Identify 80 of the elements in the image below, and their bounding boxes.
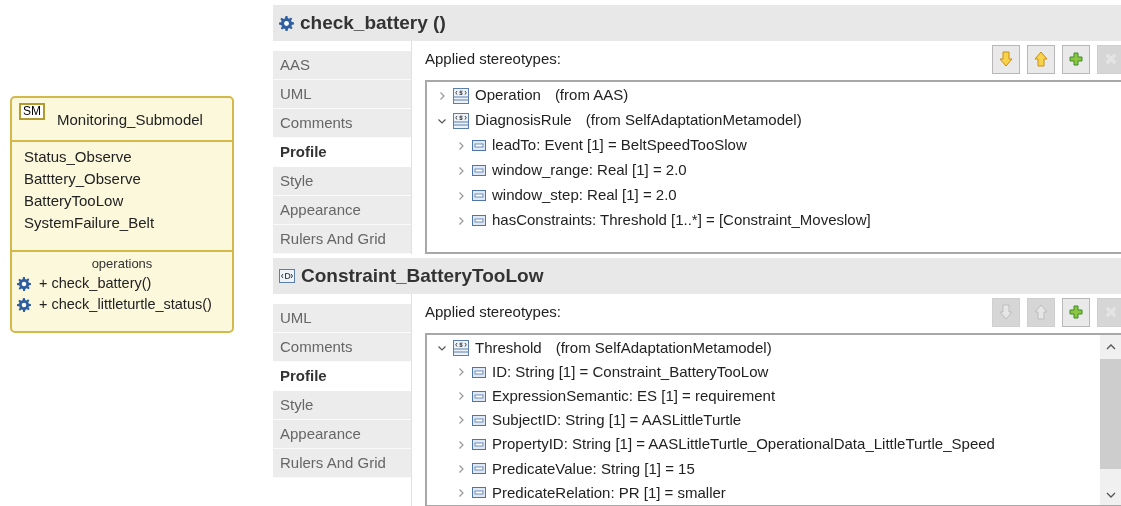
property-tab[interactable]: Rulers And Grid: [273, 225, 411, 254]
stereotype-icon: [453, 340, 469, 357]
expand-chevron-icon[interactable]: [456, 439, 466, 450]
property-tab[interactable]: Style: [273, 167, 411, 196]
property-icon: [472, 190, 486, 201]
expand-chevron-icon[interactable]: [456, 415, 466, 426]
property-icon: [472, 487, 486, 499]
property-icon: [472, 463, 486, 475]
property-tab[interactable]: Appearance: [273, 420, 411, 449]
tree-item[interactable]: DiagnosisRule (from SelfAdaptationMetamodel): [475, 109, 802, 132]
property-tab[interactable]: Style: [273, 391, 411, 420]
property-tab[interactable]: Comments: [273, 333, 411, 362]
tree-item[interactable]: PredicateRelation: PR [1] = smaller: [492, 481, 726, 505]
expand-chevron-icon[interactable]: [456, 367, 466, 378]
scroll-up-icon[interactable]: [1105, 343, 1116, 351]
tree-item[interactable]: window_step: Real [1] = 2.0: [492, 184, 677, 207]
gear-icon: [17, 277, 31, 291]
compartment-label: operations: [90, 255, 154, 273]
property-icon: [472, 390, 486, 402]
arrow-down-icon: [999, 304, 1013, 320]
scroll-down-icon[interactable]: [1105, 491, 1116, 499]
panel-title: Constraint_BatteryTooLow: [301, 263, 544, 288]
tree-item[interactable]: SubjectID: String [1] = AASLittleTurtle: [492, 409, 742, 432]
expand-chevron-icon[interactable]: [456, 140, 466, 151]
scroll-thumb[interactable]: [1100, 359, 1121, 469]
attribute: Batttery_Observe: [24, 169, 142, 189]
panel-title: check_battery (): [300, 10, 446, 35]
property-icon: [472, 140, 486, 151]
class-icon: [279, 269, 295, 283]
tree-item[interactable]: Operation (from AAS): [475, 84, 629, 107]
gear-icon: [17, 298, 31, 312]
property-icon: [472, 439, 486, 451]
expand-chevron-icon[interactable]: [456, 215, 466, 226]
expand-chevron-icon[interactable]: [456, 463, 466, 474]
section-label: Applied stereotypes:: [425, 301, 561, 322]
up-button[interactable]: [1027, 44, 1055, 74]
tree-item[interactable]: PropertyID: String [1] = AASLittleTurtle_OperationalData_LittleTurtle_Speed: [492, 433, 995, 456]
tree-item[interactable]: leadTo: Event [1] = BeltSpeedTooSlow: [492, 134, 747, 157]
property-icon: [472, 165, 486, 176]
property-tab[interactable]: Rulers And Grid: [273, 449, 411, 478]
section-label: Applied stereotypes:: [425, 48, 561, 69]
operation: + check_battery(): [39, 274, 152, 294]
tree-item[interactable]: ID: String [1] = Constraint_BatteryTooLow: [492, 360, 769, 384]
expand-chevron-icon[interactable]: [456, 487, 466, 498]
property-tab[interactable]: UML: [273, 304, 411, 333]
expand-chevron-icon[interactable]: [456, 165, 466, 176]
tree-item[interactable]: hasConstraints: Threshold [1..*] = [Constraint_Moveslow]: [492, 209, 871, 232]
plus-icon: [1069, 52, 1083, 66]
class-name: Monitoring_Submodel: [57, 110, 203, 130]
down-button[interactable]: [992, 44, 1020, 74]
operation: + check_littleturtle_status(): [39, 295, 212, 315]
attribute: Status_Observe: [24, 147, 133, 167]
property-icon: [472, 215, 486, 226]
tree-item[interactable]: window_range: Real [1] = 2.0: [492, 159, 687, 182]
property-tab[interactable]: Appearance: [273, 196, 411, 225]
expand-chevron-icon[interactable]: [456, 190, 466, 201]
arrow-up-icon: [1034, 304, 1048, 320]
property-tab[interactable]: UML: [273, 80, 411, 109]
stereotype-icon: [453, 87, 469, 104]
add-button[interactable]: [1062, 44, 1090, 74]
property-tab[interactable]: Comments: [273, 109, 411, 138]
scrollbar[interactable]: [1100, 335, 1121, 505]
gear-icon: [279, 15, 294, 31]
property-icon: [472, 415, 486, 426]
stereotype-icon: [453, 112, 469, 129]
stereotype-badge: SM: [19, 103, 45, 120]
attribute: SystemFailure_Belt: [24, 213, 156, 233]
property-icon: [472, 366, 486, 378]
expand-chevron-icon[interactable]: [456, 391, 466, 402]
tree-item[interactable]: ExpressionSemantic: ES [1] = requirement: [492, 385, 776, 408]
attribute: BatteryTooLow: [24, 191, 125, 211]
property-tab[interactable]: AAS: [273, 51, 411, 80]
arrow-down-icon: [999, 51, 1013, 67]
plus-icon: [1069, 305, 1083, 319]
arrow-up-icon: [1034, 51, 1048, 67]
class-box[interactable]: SM Monitoring_Submodel Status_Observe Batttery_Observe BatteryTooLow SystemFailure_Belt operations + check_battery() + check_littleturtle_status(): [10, 96, 234, 333]
tree-item[interactable]: PredicateValue: String [1] = 15: [492, 457, 695, 480]
tree-item[interactable]: Threshold (from SelfAdaptationMetamodel): [475, 336, 772, 360]
expand-chevron-icon[interactable]: [437, 90, 447, 101]
add-button[interactable]: [1062, 297, 1090, 327]
